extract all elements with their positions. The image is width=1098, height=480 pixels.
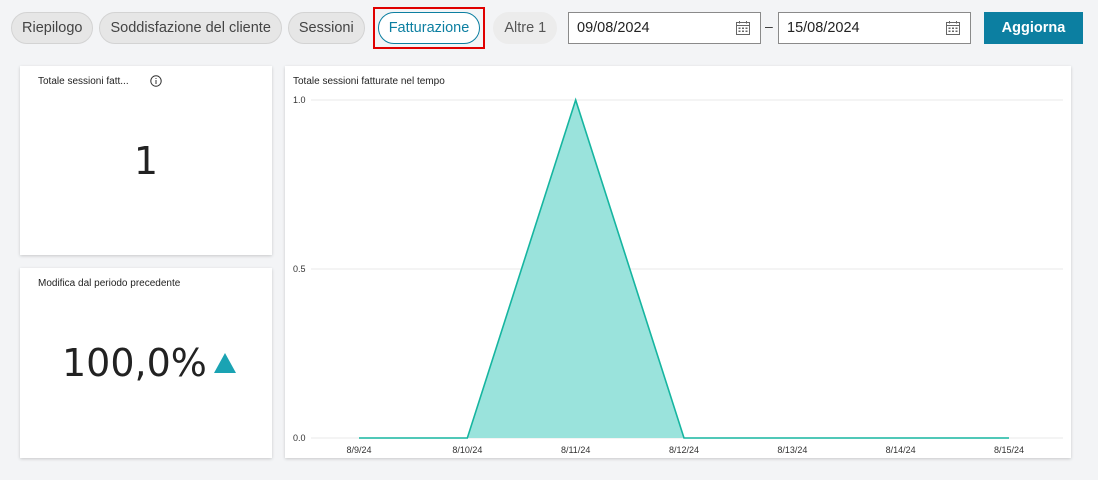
start-date-value: 09/08/2024: [577, 20, 650, 36]
end-date-value: 15/08/2024: [787, 20, 860, 36]
calendar-icon[interactable]: [735, 20, 751, 36]
tab-riepilogo[interactable]: Riepilogo: [11, 12, 94, 44]
tab-sessioni[interactable]: Sessioni: [287, 12, 365, 44]
x-tick-label: 8/9/24: [346, 445, 371, 455]
kpi-total-card: Totale sessioni fatt... 1: [20, 66, 272, 255]
date-separator: –: [765, 18, 773, 34]
triangle-up-icon: [213, 353, 236, 373]
start-date-input[interactable]: 09/08/2024: [568, 12, 761, 44]
kpi-change-value: 100,0%: [62, 341, 207, 385]
y-tick-label: 0.5: [293, 264, 306, 274]
highlight-box: Fatturazione: [372, 7, 486, 49]
chart-card: Totale sessioni fatturate nel tempo 0.0 0…: [285, 66, 1071, 458]
kpi-change-card: Modifica dal periodo precedente 100,0%: [20, 268, 272, 458]
x-tick-label: 8/11/24: [561, 445, 590, 455]
area-chart: 0.0 0.5 1.0 8/9/24 8/10/24 8/11/24 8/12/24 8/13…: [293, 95, 1063, 455]
calendar-icon[interactable]: [945, 20, 961, 36]
x-tick-label: 8/15/24: [994, 445, 1024, 455]
tab-soddisfazione-cliente[interactable]: Soddisfazione del cliente: [99, 12, 282, 44]
tab-altre[interactable]: Altre 1: [493, 12, 558, 44]
y-tick-label: 1.0: [293, 95, 306, 105]
kpi-total-title: Totale sessioni fatt...: [38, 76, 129, 87]
kpi-change-row: 100,0%: [62, 341, 237, 385]
tab-fatturazione[interactable]: Fatturazione: [377, 12, 481, 44]
x-tick-label: 8/13/24: [777, 445, 807, 455]
y-tick-label: 0.0: [293, 433, 306, 443]
kpi-change-title: Modifica dal periodo precedente: [38, 278, 181, 289]
kpi-total-value: 1: [133, 139, 159, 183]
refresh-button[interactable]: Aggiorna: [984, 12, 1083, 44]
end-date-input[interactable]: 15/08/2024: [778, 12, 971, 44]
x-tick-label: 8/10/24: [452, 445, 482, 455]
x-tick-label: 8/12/24: [669, 445, 699, 455]
tab-bar: Riepilogo Soddisfazione del cliente Sess…: [11, 7, 558, 49]
x-tick-label: 8/14/24: [886, 445, 916, 455]
info-icon[interactable]: [150, 75, 162, 87]
